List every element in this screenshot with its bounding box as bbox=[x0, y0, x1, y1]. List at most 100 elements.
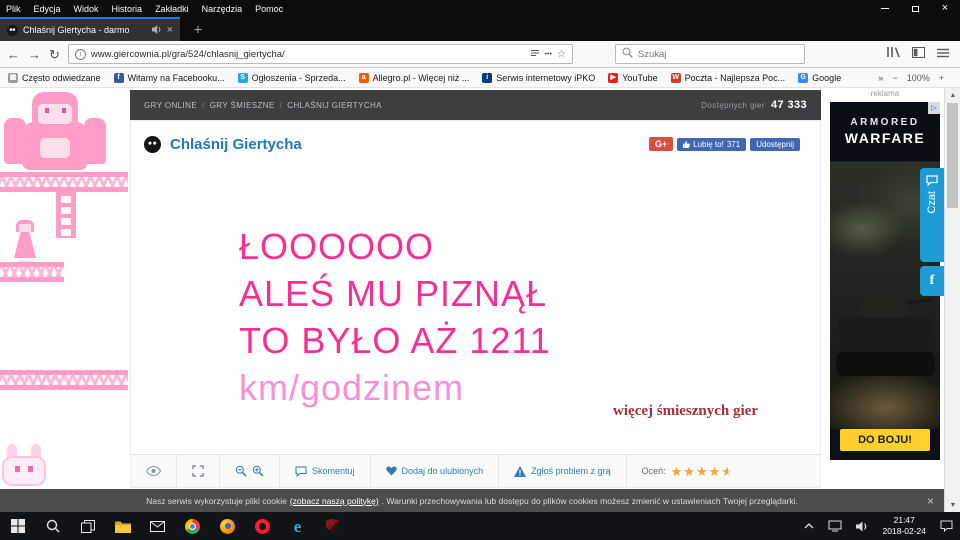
hamburger-menu-icon[interactable] bbox=[937, 45, 949, 63]
bookmark-youtube[interactable]: ▶ YouTube bbox=[608, 73, 657, 83]
stars-filled: ★★★★★ bbox=[671, 465, 728, 478]
vertical-scrollbar[interactable]: ▲ ▼ bbox=[944, 88, 960, 512]
sidebar-icon[interactable] bbox=[912, 45, 925, 63]
taskbar-search-button[interactable] bbox=[35, 512, 70, 540]
google-icon: G bbox=[798, 73, 808, 83]
facebook-icon: f bbox=[114, 73, 124, 83]
menu-edycja[interactable]: Edycja bbox=[34, 4, 61, 14]
screen: Plik Edycja Widok Historia Zakładki Narz… bbox=[0, 0, 960, 540]
search-bar[interactable] bbox=[615, 44, 805, 64]
game-canvas[interactable]: ŁOOOOOO ALEŚ MU PIZNĄŁ TO BYŁO AŻ 1211 k… bbox=[131, 167, 820, 454]
zoom-controls bbox=[220, 455, 280, 487]
breadcrumb-gry-online[interactable]: GRY ONLINE bbox=[144, 101, 197, 110]
more-funny-games-link[interactable]: więcej śmiesznych gier bbox=[613, 403, 758, 420]
google-plus-button[interactable]: G+ bbox=[649, 137, 673, 151]
library-icon[interactable] bbox=[886, 45, 900, 63]
new-tab-button[interactable]: + bbox=[188, 19, 208, 39]
site-info-icon[interactable]: i bbox=[75, 49, 86, 60]
report-problem-button[interactable]: Zgłoś problem z grą bbox=[499, 455, 627, 487]
url-input[interactable] bbox=[91, 49, 525, 60]
firefox-app-button[interactable] bbox=[210, 512, 245, 540]
zoom-in-icon[interactable]: + bbox=[939, 73, 944, 83]
menu-historia[interactable]: Historia bbox=[112, 4, 143, 14]
edge-app-button[interactable]: e bbox=[280, 512, 315, 540]
comment-label: Skomentuj bbox=[312, 466, 355, 476]
bookmark-google[interactable]: G Google bbox=[798, 73, 841, 83]
cookie-close-icon[interactable]: × bbox=[927, 489, 934, 512]
available-games-label: Dostępnych gier bbox=[701, 101, 765, 110]
start-button[interactable] bbox=[0, 512, 35, 540]
rating-stars[interactable]: ★★★★★ ★★★★★ bbox=[671, 465, 734, 478]
reload-button[interactable]: ↻ bbox=[49, 48, 60, 61]
taskbar-clock[interactable]: 21:47 2018-02-24 bbox=[876, 512, 933, 540]
page-actions-icon[interactable]: ••• bbox=[545, 51, 552, 58]
tray-expand-button[interactable] bbox=[797, 512, 821, 540]
chat-tab[interactable]: Czat bbox=[920, 168, 944, 262]
preview-button[interactable] bbox=[131, 455, 177, 487]
ad-cta-button[interactable]: DO BOJU! bbox=[840, 429, 930, 451]
chrome-app-button[interactable] bbox=[175, 512, 210, 540]
scroll-up-icon[interactable]: ▲ bbox=[945, 88, 960, 102]
menu-zakladki[interactable]: Zakładki bbox=[155, 4, 189, 14]
share-button[interactable]: Udostępnij bbox=[750, 138, 800, 151]
navigation-bar: ← → ↻ i ••• ☆ bbox=[0, 41, 960, 68]
maximize-button[interactable] bbox=[900, 0, 930, 17]
breadcrumb-current: CHLAŚNIJ GIERTYCHA bbox=[287, 101, 382, 110]
bookmark-ipko[interactable]: i Serwis internetowy iPKO bbox=[482, 73, 595, 83]
clock-date: 2018-02-24 bbox=[883, 526, 926, 537]
menu-bar: Plik Edycja Widok Historia Zakładki Narz… bbox=[0, 0, 960, 17]
reader-mode-icon[interactable] bbox=[530, 48, 540, 61]
browser-tab[interactable]: Chlaśnij Giertycha - darmo × bbox=[0, 17, 180, 41]
scroll-down-icon[interactable]: ▼ bbox=[945, 498, 960, 512]
bookmark-facebook[interactable]: f Witamy na Facebooku... bbox=[114, 73, 225, 83]
security-app-button[interactable] bbox=[315, 512, 350, 540]
bookmark-czesto-odwiedzane[interactable]: ▦ Często odwiedzane bbox=[8, 73, 101, 83]
scrollbar-thumb[interactable] bbox=[947, 103, 958, 208]
menu-pomoc[interactable]: Pomoc bbox=[255, 4, 283, 14]
game-zoom-out-icon[interactable] bbox=[235, 465, 247, 477]
favorites-label: Dodaj do ulubionych bbox=[402, 466, 484, 476]
adchoices-icon[interactable]: ▷ bbox=[928, 102, 940, 114]
url-bar[interactable]: i ••• ☆ bbox=[68, 44, 573, 64]
task-view-button[interactable] bbox=[70, 512, 105, 540]
overflow-chevron-icon[interactable]: » bbox=[878, 73, 883, 83]
network-tray-button[interactable] bbox=[821, 512, 849, 540]
forward-button[interactable]: → bbox=[28, 48, 41, 61]
menu-widok[interactable]: Widok bbox=[74, 4, 99, 14]
facebook-side-tab[interactable]: f bbox=[920, 266, 944, 296]
add-to-favorites-button[interactable]: Dodaj do ulubionych bbox=[371, 455, 500, 487]
opera-icon bbox=[255, 519, 270, 534]
favorites-heart-icon bbox=[386, 466, 397, 476]
tab-close-icon[interactable]: × bbox=[167, 24, 173, 36]
bookmark-label: Poczta - Najlepsza Poc... bbox=[685, 73, 786, 83]
volume-tray-button[interactable] bbox=[849, 512, 876, 540]
bookmark-label: Serwis internetowy iPKO bbox=[496, 73, 595, 83]
cookie-policy-link[interactable]: (zobacz naszą politykę) bbox=[290, 496, 379, 506]
breadcrumb-gry-smieszne[interactable]: GRY ŚMIESZNE bbox=[210, 101, 275, 110]
menu-plik[interactable]: Plik bbox=[6, 4, 21, 14]
close-button[interactable]: × bbox=[930, 0, 960, 17]
opera-app-button[interactable] bbox=[245, 512, 280, 540]
search-input[interactable] bbox=[638, 49, 798, 60]
girder-decoration bbox=[0, 172, 128, 192]
game-zoom-in-icon[interactable] bbox=[252, 465, 264, 477]
fullscreen-button[interactable] bbox=[177, 455, 220, 487]
tab-audio-icon[interactable] bbox=[152, 21, 162, 39]
comment-button[interactable]: Skomentuj bbox=[280, 455, 371, 487]
action-center-button[interactable] bbox=[933, 512, 960, 540]
bookmark-wp-poczta[interactable]: W Poczta - Najlepsza Poc... bbox=[671, 73, 786, 83]
wp-mail-icon: W bbox=[671, 73, 681, 83]
menu-narzedzia[interactable]: Narzędzia bbox=[202, 4, 243, 14]
ipko-icon: i bbox=[482, 73, 492, 83]
file-explorer-button[interactable] bbox=[105, 512, 140, 540]
mail-app-button[interactable] bbox=[140, 512, 175, 540]
zoom-out-icon[interactable]: − bbox=[892, 73, 897, 83]
back-button[interactable]: ← bbox=[7, 48, 20, 61]
minimize-button[interactable] bbox=[870, 0, 900, 17]
bookmark-ogloszenia[interactable]: S Ogłoszenia - Sprzeda... bbox=[238, 73, 346, 83]
facebook-like-button[interactable]: Lubię to! 371 bbox=[677, 138, 746, 151]
bookmark-star-icon[interactable]: ☆ bbox=[557, 49, 566, 60]
mail-icon bbox=[150, 521, 165, 532]
bookmark-allegro[interactable]: a Allegro.pl - Więcej niż ... bbox=[359, 73, 470, 83]
zoom-level[interactable]: 100% bbox=[907, 73, 930, 83]
